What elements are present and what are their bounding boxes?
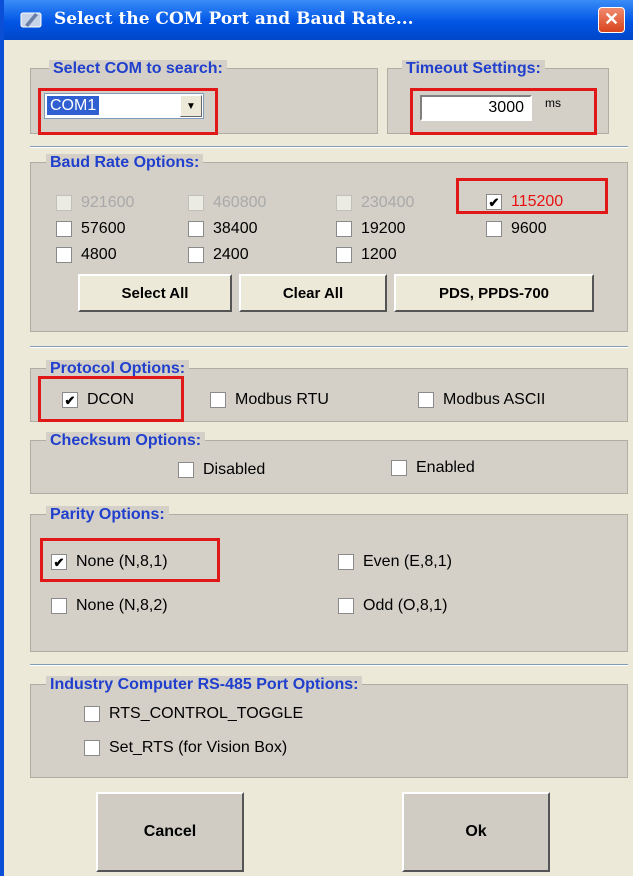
- rts-control-toggle-checkbox[interactable]: RTS_CONTROL_TOGGLE: [84, 705, 303, 723]
- close-button[interactable]: ✕: [598, 7, 625, 33]
- divider: [30, 146, 628, 148]
- baud-4800-checkbox[interactable]: 4800: [56, 246, 117, 264]
- title-bar[interactable]: Select the COM Port and Baud Rate... ✕: [4, 0, 633, 40]
- parity-odd-o81-checkbox[interactable]: Odd (O,8,1): [338, 597, 447, 615]
- protocol-modbus-rtu-checkbox[interactable]: Modbus RTU: [210, 391, 329, 409]
- com-highlight-box: [38, 88, 218, 135]
- app-icon: [20, 12, 42, 28]
- divider: [30, 346, 628, 348]
- baud-115200-highlight-box: [456, 178, 608, 214]
- clear-all-button[interactable]: Clear All: [239, 274, 387, 312]
- baud-9600-checkbox[interactable]: 9600: [486, 220, 547, 238]
- com-legend: Select COM to search:: [49, 60, 227, 78]
- checksum-enabled-checkbox[interactable]: Enabled: [391, 459, 475, 477]
- checksum-disabled-checkbox[interactable]: Disabled: [178, 461, 265, 479]
- pds-ppds-700-button[interactable]: PDS, PPDS-700: [394, 274, 594, 312]
- parity-even-e81-checkbox[interactable]: Even (E,8,1): [338, 553, 452, 571]
- dialog-client-area: Select COM to search: COM1 ▼ Timeout Set…: [8, 40, 633, 876]
- baud-921600-checkbox: 921600: [56, 194, 134, 212]
- timeout-highlight-box: [410, 88, 597, 135]
- rs485-group: [30, 684, 628, 778]
- baud-57600-checkbox[interactable]: 57600: [56, 220, 126, 238]
- baud-230400-checkbox: 230400: [336, 194, 414, 212]
- close-icon: ✕: [603, 9, 620, 29]
- rs485-legend: Industry Computer RS-485 Port Options:: [46, 676, 363, 694]
- dialog-window: Select the COM Port and Baud Rate... ✕ S…: [0, 0, 633, 876]
- baud-2400-checkbox[interactable]: 2400: [188, 246, 249, 264]
- baud-legend: Baud Rate Options:: [46, 154, 204, 172]
- select-all-button[interactable]: Select All: [78, 274, 232, 312]
- set-rts-checkbox[interactable]: Set_RTS (for Vision Box): [84, 739, 287, 757]
- protocol-modbus-ascii-checkbox[interactable]: Modbus ASCII: [418, 391, 545, 409]
- parity-none-n82-checkbox[interactable]: None (N,8,2): [51, 597, 168, 615]
- window-title: Select the COM Port and Baud Rate...: [54, 9, 414, 29]
- timeout-legend: Timeout Settings:: [402, 60, 545, 78]
- baud-38400-checkbox[interactable]: 38400: [188, 220, 258, 238]
- parity-group: [30, 514, 628, 652]
- baud-19200-checkbox[interactable]: 19200: [336, 220, 406, 238]
- divider: [30, 664, 628, 666]
- baud-1200-checkbox[interactable]: 1200: [336, 246, 397, 264]
- baud-460800-checkbox: 460800: [188, 194, 266, 212]
- cancel-button[interactable]: Cancel: [96, 792, 244, 872]
- protocol-dcon-highlight-box: [38, 376, 184, 422]
- ok-button[interactable]: Ok: [402, 792, 550, 872]
- parity-none-highlight-box: [40, 538, 220, 582]
- checksum-legend: Checksum Options:: [46, 432, 206, 450]
- parity-legend: Parity Options:: [46, 506, 169, 524]
